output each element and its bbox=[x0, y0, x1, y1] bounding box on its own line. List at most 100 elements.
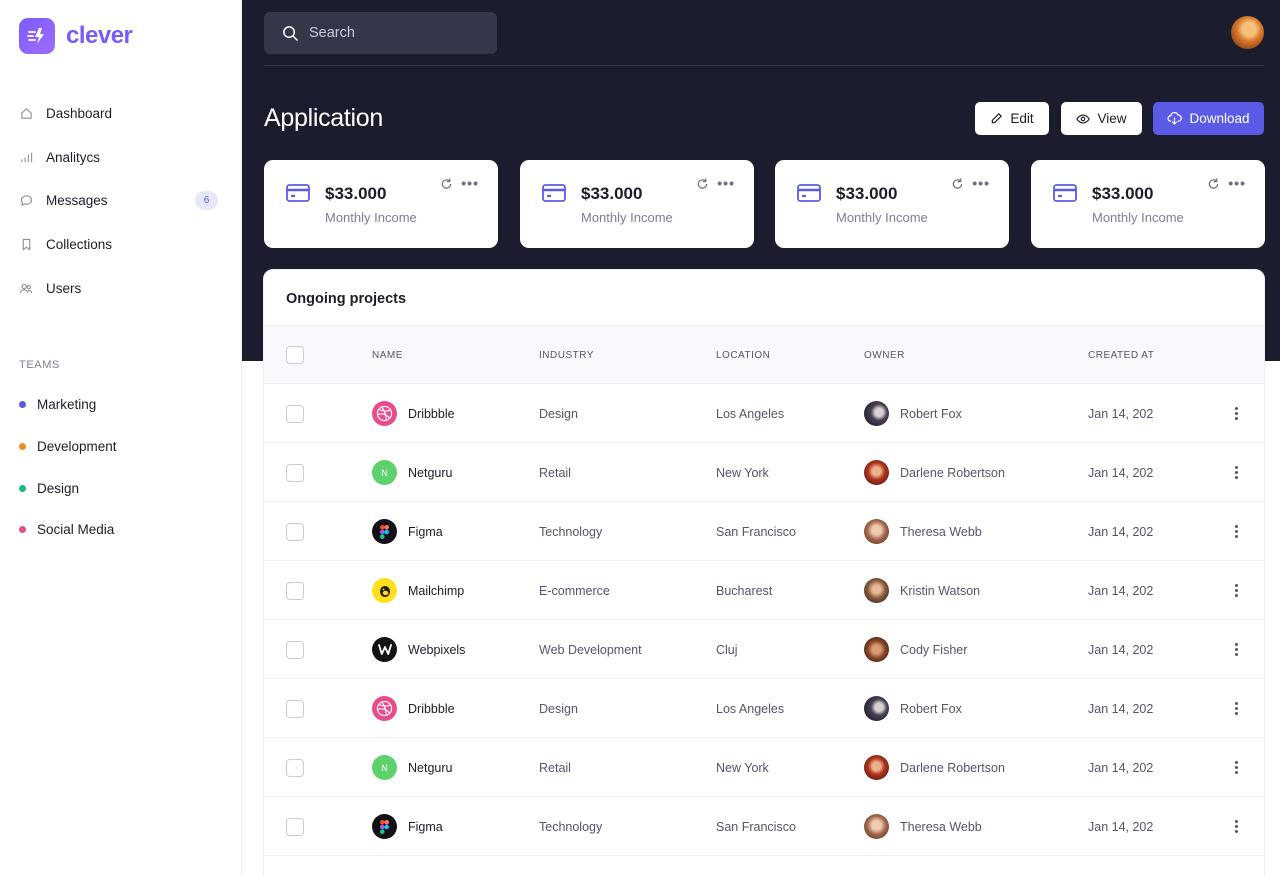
app-logo[interactable]: clever bbox=[19, 18, 133, 54]
row-menu-icon[interactable] bbox=[1229, 699, 1243, 717]
sidebar-item-dashboard[interactable]: Dashboard bbox=[0, 92, 241, 136]
view-button-label: View bbox=[1097, 111, 1127, 126]
owner-avatar bbox=[864, 755, 889, 780]
select-all-checkbox[interactable] bbox=[286, 346, 304, 364]
bookmark-icon bbox=[19, 238, 33, 252]
users-icon bbox=[19, 281, 33, 295]
row-menu-icon[interactable] bbox=[1229, 581, 1243, 599]
projects-panel: Ongoing projects NAME INDUSTRY LOCATION … bbox=[264, 270, 1264, 876]
table-row: Webpixels Web Development Cluj Cody Fish… bbox=[264, 620, 1264, 679]
stat-value: $33.000 bbox=[1092, 184, 1154, 203]
company-cell[interactable]: Webpixels bbox=[372, 637, 465, 662]
sidebar-item-label: Analitycs bbox=[46, 149, 101, 165]
team-color-dot bbox=[19, 526, 26, 534]
owner-name: Kristin Watson bbox=[900, 583, 981, 598]
dribbble-icon bbox=[372, 401, 397, 426]
company-name: Netguru bbox=[408, 760, 453, 775]
created-at-cell: Jan 14, 202 bbox=[1088, 643, 1154, 657]
row-checkbox[interactable] bbox=[286, 523, 304, 541]
search-input[interactable] bbox=[309, 25, 489, 41]
row-menu-icon[interactable] bbox=[1229, 404, 1243, 422]
company-cell[interactable]: Figma bbox=[372, 814, 443, 839]
download-button[interactable]: Download bbox=[1153, 102, 1264, 135]
header-divider bbox=[264, 65, 1264, 66]
team-item-marketing[interactable]: Marketing bbox=[0, 384, 241, 426]
company-cell[interactable]: Mailchimp bbox=[372, 578, 464, 603]
column-header-location[interactable]: LOCATION bbox=[716, 350, 770, 361]
team-item-development[interactable]: Development bbox=[0, 426, 241, 468]
owner-avatar bbox=[864, 401, 889, 426]
industry-cell: Design bbox=[539, 407, 578, 421]
search-box[interactable] bbox=[264, 12, 497, 54]
row-checkbox[interactable] bbox=[286, 759, 304, 777]
row-checkbox[interactable] bbox=[286, 582, 304, 600]
owner-avatar bbox=[864, 637, 889, 662]
column-header-created-at[interactable]: CREATED AT bbox=[1088, 350, 1154, 361]
search-icon bbox=[282, 25, 299, 42]
location-cell: San Francisco bbox=[716, 820, 796, 834]
industry-cell: Web Development bbox=[539, 643, 642, 657]
user-avatar[interactable] bbox=[1231, 16, 1264, 49]
location-cell: Los Angeles bbox=[716, 407, 785, 421]
sidebar: clever Dashboard Analitycs Messages 6 Co… bbox=[0, 0, 242, 876]
company-cell[interactable]: N Netguru bbox=[372, 460, 452, 485]
company-cell[interactable]: N Netguru bbox=[372, 755, 452, 780]
location-cell: San Francisco bbox=[716, 525, 796, 539]
row-menu-icon[interactable] bbox=[1229, 640, 1243, 658]
stat-value: $33.000 bbox=[325, 184, 387, 203]
row-menu-icon[interactable] bbox=[1229, 758, 1243, 776]
table-row: Dribbble Design Los Angeles Robert Fox J… bbox=[264, 384, 1264, 443]
owner-avatar bbox=[864, 460, 889, 485]
refresh-icon[interactable] bbox=[951, 177, 964, 196]
row-checkbox[interactable] bbox=[286, 464, 304, 482]
row-menu-icon[interactable] bbox=[1229, 522, 1243, 540]
more-icon[interactable]: ••• bbox=[1228, 175, 1246, 191]
company-cell[interactable]: Dribbble bbox=[372, 401, 455, 426]
table-row: N Netguru Retail New York Darlene Robert… bbox=[264, 738, 1264, 797]
location-cell: Los Angeles bbox=[716, 702, 785, 716]
row-menu-icon[interactable] bbox=[1229, 463, 1243, 481]
refresh-icon[interactable] bbox=[696, 177, 709, 196]
company-cell[interactable]: Figma bbox=[372, 519, 443, 544]
row-checkbox[interactable] bbox=[286, 818, 304, 836]
column-header-owner[interactable]: OWNER bbox=[864, 350, 905, 361]
team-item-design[interactable]: Design bbox=[0, 467, 241, 509]
industry-cell: Technology bbox=[539, 525, 603, 539]
owner-cell: Darlene Robertson bbox=[864, 460, 1005, 485]
sidebar-item-users[interactable]: Users bbox=[0, 266, 241, 310]
company-name: Dribbble bbox=[408, 406, 455, 421]
team-label: Development bbox=[37, 439, 117, 455]
more-icon[interactable]: ••• bbox=[461, 175, 479, 191]
created-at-cell: Jan 14, 202 bbox=[1088, 761, 1154, 775]
stat-label: Monthly Income bbox=[836, 210, 928, 225]
credit-card-icon bbox=[542, 184, 566, 207]
refresh-icon[interactable] bbox=[440, 177, 453, 196]
company-name: Webpixels bbox=[408, 642, 466, 657]
more-icon[interactable]: ••• bbox=[717, 175, 735, 191]
sidebar-item-messages[interactable]: Messages 6 bbox=[0, 179, 241, 223]
row-checkbox[interactable] bbox=[286, 641, 304, 659]
row-menu-icon[interactable] bbox=[1229, 817, 1243, 835]
row-checkbox[interactable] bbox=[286, 700, 304, 718]
more-icon[interactable]: ••• bbox=[972, 175, 990, 191]
sidebar-item-analitycs[interactable]: Analitycs bbox=[0, 136, 241, 180]
sidebar-item-collections[interactable]: Collections bbox=[0, 223, 241, 267]
refresh-icon[interactable] bbox=[1207, 177, 1220, 196]
credit-card-icon bbox=[286, 184, 310, 207]
location-cell: Cluj bbox=[716, 643, 738, 657]
owner-name: Darlene Robertson bbox=[900, 760, 1005, 775]
view-button[interactable]: View bbox=[1061, 102, 1142, 135]
edit-button[interactable]: Edit bbox=[975, 102, 1049, 135]
column-header-industry[interactable]: INDUSTRY bbox=[539, 350, 594, 361]
bar-chart-icon bbox=[19, 150, 33, 164]
row-checkbox[interactable] bbox=[286, 405, 304, 423]
owner-avatar bbox=[864, 519, 889, 544]
created-at-cell: Jan 14, 202 bbox=[1088, 466, 1154, 480]
team-item-social-media[interactable]: Social Media bbox=[0, 509, 241, 551]
owner-name: Robert Fox bbox=[900, 406, 962, 421]
stat-label: Monthly Income bbox=[581, 210, 673, 225]
webpixels-icon bbox=[372, 637, 397, 662]
company-cell[interactable]: Dribbble bbox=[372, 696, 455, 721]
table-row: Dribbble Design Los Angeles Robert Fox J… bbox=[264, 679, 1264, 738]
column-header-name[interactable]: NAME bbox=[372, 350, 403, 361]
